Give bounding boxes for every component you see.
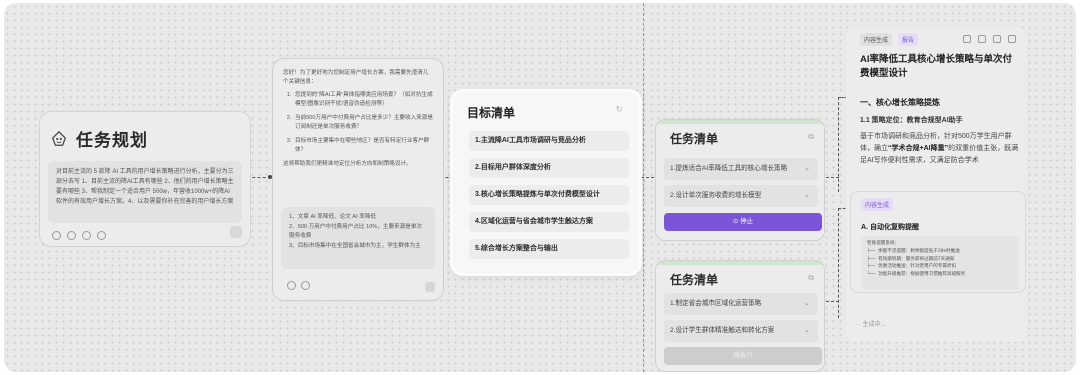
- chevron-down-icon: ⌄: [804, 192, 810, 199]
- stop-button-label: 停止: [740, 218, 754, 225]
- content-tag[interactable]: 内容生成: [860, 33, 893, 46]
- task-list-item-label: 1.提炼适合AI率降低工具的核心增长策略: [670, 165, 788, 172]
- task-list-title: 任务清单: [670, 273, 719, 287]
- task-list-card-1[interactable]: 任务清单 ⧉ 1.提炼适合AI率降低工具的核心增长策略 ⌄ 2.设计单次服务收费…: [655, 119, 825, 241]
- at-icon[interactable]: [301, 281, 310, 290]
- goal-list-title: 目标清单: [467, 106, 516, 120]
- report-tag[interactable]: 报告: [898, 33, 919, 46]
- connector-vertical: [838, 97, 839, 192]
- question-item: 您提到的“降AI工具”具体指哪类应用场景？（如对抗生成模型/图像识别干扰/语音伪…: [293, 91, 433, 109]
- task-list-card-2[interactable]: 任务清单 ⧉ 1.制定省会城市区域化运营策略 ⌄ 2.设计学生群体精准触达和转化…: [655, 260, 825, 372]
- goal-item[interactable]: 4.区域化运营与省会城市学生触达方案: [469, 212, 629, 232]
- task-planning-title: 任务规划: [76, 131, 148, 150]
- robot-small-icon[interactable]: [97, 231, 106, 240]
- copy-icon[interactable]: ⧉: [808, 132, 814, 142]
- chevron-down-icon: ⌄: [804, 327, 810, 334]
- chevron-down-icon: ⌄: [804, 300, 810, 307]
- task-list-item-label: 1.制定省会城市区域化运营策略: [670, 300, 762, 307]
- task-list-item[interactable]: 2.设计单次服务收费的增长模型 ⌄: [664, 185, 818, 207]
- reminder-tree: 智能提醒系统： ├── 余额不足提醒：剩余额度低于20%时推送 ├── 有效期到…: [861, 236, 1019, 290]
- question-item: 当前500万用户中付费用户占比是多少？主要收入来源是订阅制还是单次服务收费？: [293, 114, 433, 132]
- workflow-canvas[interactable]: 任务规划 对目前主流的 5 款降 AI 工具的用户增长策略进行分析，主要分为三部…: [4, 3, 1076, 372]
- report-paragraph: 基于市场调研和竞品分析，针对500万学生用户群体，确立“学术合规+AI降重”的双…: [860, 131, 1020, 167]
- task-list-item-label: 2.设计单次服务收费的增长模型: [670, 192, 762, 199]
- send-button[interactable]: [230, 226, 242, 238]
- clarification-outro: 这将帮助我们更精准地定位分析方向和制策略设计。: [283, 161, 412, 167]
- task-list-item[interactable]: 2.设计学生群体精准触达和转化方案 ⌄: [664, 320, 818, 342]
- stop-icon: ⊙: [732, 218, 739, 225]
- attachment-icon[interactable]: [52, 231, 61, 240]
- at-icon[interactable]: [67, 231, 76, 240]
- goal-item[interactable]: 2.目标用户群体深度分析: [469, 158, 629, 178]
- task-list-item[interactable]: 1.提炼适合AI率降低工具的核心增长策略 ⌄: [664, 158, 818, 180]
- task-list-item-label: 2.设计学生群体精准触达和转化方案: [670, 327, 775, 334]
- answer-input[interactable]: 1、文章 AI 率降低、论文 AI 率降低 2、500 万用户中付费用户占比 1…: [281, 207, 435, 269]
- subsection-heading: 1.1 策略定位：教育合规型AI助手: [860, 117, 963, 124]
- task-list-item[interactable]: 1.制定省会城市区域化运营策略 ⌄: [664, 293, 818, 315]
- content-panel[interactable]: 内容生成 报告 AI率降低工具核心增长策略与单次付费模型设计 一、核心增长策略提…: [846, 27, 1026, 342]
- copy-icon[interactable]: [978, 35, 986, 43]
- connector-vertical: [838, 208, 839, 318]
- sub-heading: A. 自动化复购提醒: [861, 224, 919, 231]
- attachment-icon[interactable]: [287, 281, 296, 290]
- expand-icon[interactable]: [1008, 35, 1016, 43]
- goal-list-card[interactable]: 目标清单 ↻ 1.主流降AI工具市场调研与竞品分析 2.目标用户群体深度分析 3…: [453, 92, 639, 273]
- section-heading: 一、核心增长策略提炼: [860, 98, 940, 107]
- goal-item[interactable]: 5.综合增长方案整合与输出: [469, 239, 629, 259]
- chevron-down-icon: ⌄: [804, 165, 810, 172]
- pending-button[interactable]: 待执行: [664, 347, 822, 365]
- download-icon[interactable]: [993, 35, 1001, 43]
- goal-item[interactable]: 1.主流降AI工具市场调研与竞品分析: [469, 131, 629, 151]
- task-planning-card[interactable]: 任务规划 对目前主流的 5 款降 AI 工具的用户增长策略进行分析，主要分为三部…: [39, 111, 251, 247]
- stop-button[interactable]: ⊙ 停止: [664, 213, 822, 231]
- question-item: 目标市场主要集中在哪些地区？是否有特定行业客户群体？: [293, 137, 433, 155]
- robot-icon: [51, 130, 67, 146]
- content-tag[interactable]: 内容生成: [861, 198, 894, 211]
- refresh-icon[interactable]: ↻: [615, 104, 623, 115]
- clarification-card[interactable]: 您好！为了更好地为您制定用户增长方案，我需要先澄清几个关键信息： 您提到的“降A…: [272, 58, 444, 301]
- canvas-divider: [643, 3, 644, 372]
- paragraph-highlight: “学术合规+AI降重”: [888, 145, 949, 152]
- sub-content-card[interactable]: 内容生成 A. 自动化复购提醒 智能提醒系统： ├── 余额不足提醒：剩余额度低…: [850, 191, 1026, 293]
- globe-icon[interactable]: [82, 231, 91, 240]
- clarification-intro: 您好！为了更好地为您制定用户增长方案，我需要先澄清几个关键信息：: [283, 70, 429, 85]
- copy-icon[interactable]: ⧉: [808, 273, 814, 283]
- task-description: 对目前主流的 5 款降 AI 工具的用户增长策略进行分析，主要分为三部分去写 1…: [48, 161, 242, 223]
- answer-text: 1、文章 AI 率降低、论文 AI 率降低 2、500 万用户中付费用户占比 1…: [289, 214, 423, 249]
- task-list-title: 任务清单: [670, 132, 719, 146]
- generating-status: ··· 生成中...: [855, 322, 886, 328]
- edit-icon[interactable]: [963, 35, 971, 43]
- report-title: AI率降低工具核心增长策略与单次付费模型设计: [860, 54, 1013, 79]
- goal-item[interactable]: 3.核心增长策略提炼与单次付费模型设计: [469, 185, 629, 205]
- send-button[interactable]: [425, 282, 435, 292]
